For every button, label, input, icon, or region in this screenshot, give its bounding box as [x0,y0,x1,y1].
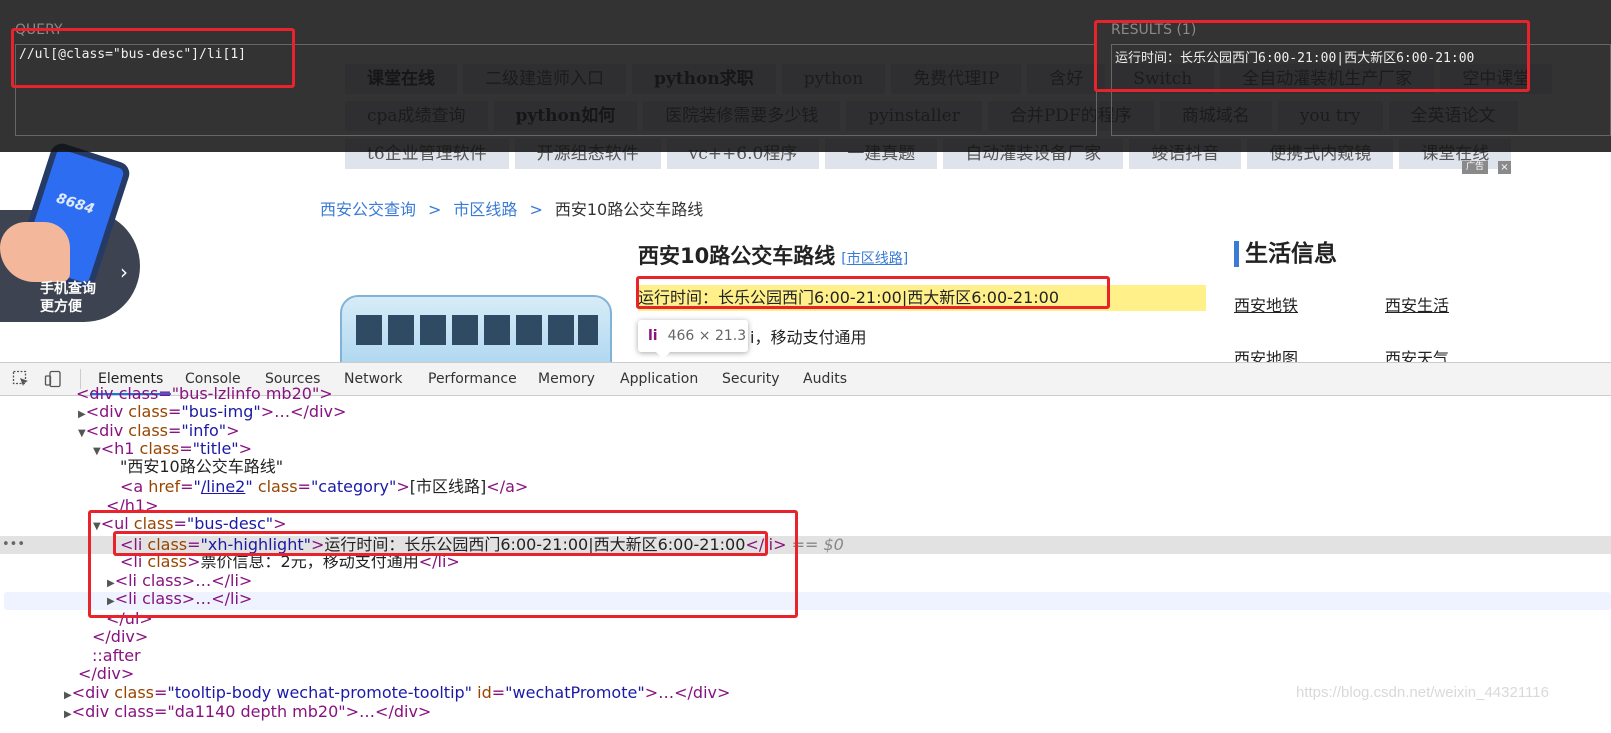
promo-line-2: 更方便 [40,299,82,315]
dom-line[interactable]: ▶<div class="tooltip-body wechat-promote… [64,684,730,702]
expand-triangle-icon[interactable]: ▶ [64,690,72,701]
expand-triangle-icon[interactable]: ▶ [78,409,86,420]
dom-line[interactable]: "西安10路公交车路线" [120,458,283,476]
annotation-box-query [11,28,295,88]
breadcrumb-link-city-lines[interactable]: 市区线路 [453,200,517,219]
dom-line[interactable]: </div> [92,628,148,646]
fare-text: i，移动支付通用 [750,328,867,347]
devtools-tab-security[interactable]: Security [722,363,780,395]
device-toolbar-icon[interactable] [44,370,62,388]
devtools-tab-audits[interactable]: Audits [803,363,847,395]
breadcrumb-separator: > [529,200,543,219]
dom-line[interactable]: ▼<h1 class="title"> [93,440,252,458]
collapse-triangle-icon[interactable]: ▼ [78,428,86,439]
breadcrumb-separator: > [428,200,442,219]
annotation-box-results [1094,20,1530,92]
life-info-title: 生活信息 [1234,241,1337,267]
phone-screen-text: 8684 [54,190,97,218]
href-link[interactable]: /line2 [201,477,245,496]
dom-line[interactable]: ::after [92,647,141,665]
dom-line[interactable]: </div> [78,665,134,683]
chevron-right-icon: › [120,260,128,284]
inspect-element-icon[interactable] [12,370,30,388]
bus-image [340,295,612,370]
watermark: https://blog.csdn.net/weixin_44321116 [1296,684,1549,701]
life-link-metro[interactable]: 西安地铁 [1234,292,1298,316]
tooltip-size: 466 × 21.3 [667,328,747,344]
page-title: 西安10路公交车路线 [市区线路] [638,240,908,270]
dom-line[interactable]: ▼<div class="info"> [78,422,240,440]
devtools-tab-application[interactable]: Application [620,363,698,395]
breadcrumb-link-bus-query[interactable]: 西安公交查询 [320,200,416,219]
breadcrumb-current: 西安10路公交车路线 [554,200,704,219]
dom-line[interactable]: ▶<div class="bus-img">…</div> [78,403,346,421]
ad-badge: 广告 [1462,161,1489,174]
devtools-tab-network[interactable]: Network [344,363,402,395]
devtools-tab-performance[interactable]: Performance [428,363,517,395]
annotation-box-runtime [636,276,1110,309]
promo-line-1: 手机查询 [40,281,96,297]
dom-line[interactable]: <div class="bus-lzlinfo mb20"> [76,385,333,403]
dom-line[interactable]: <a href="/line2" class="category">[市区线路]… [120,478,528,496]
devtools-tab-memory[interactable]: Memory [538,363,595,395]
tooltip-tag: li [648,328,658,344]
category-link[interactable]: [市区线路] [841,251,908,267]
ad-close-button[interactable]: × [1498,161,1511,174]
element-inspect-tooltip: li 466 × 21.3 [638,320,748,359]
more-options-dots[interactable]: ••• [2,536,25,554]
dom-line[interactable]: ▶<div class="da1140 depth mb20">…</div> [64,703,431,721]
line-title: 西安10路公交车路线 [638,244,836,268]
life-link-life[interactable]: 西安生活 [1385,292,1449,316]
hand-icon [0,222,70,282]
annotation-box-ul [88,510,798,618]
mobile-promo-banner[interactable]: 8684 手机查询 更方便 › [0,140,140,322]
web-page: 课堂在线二级建造师入口python求职python免费代理IP含好Switch全… [0,0,1611,370]
breadcrumb: 西安公交查询 > 市区线路 > 西安10路公交车路线 [320,196,703,220]
expand-triangle-icon[interactable]: ▶ [64,709,72,720]
collapse-triangle-icon[interactable]: ▼ [93,446,101,457]
